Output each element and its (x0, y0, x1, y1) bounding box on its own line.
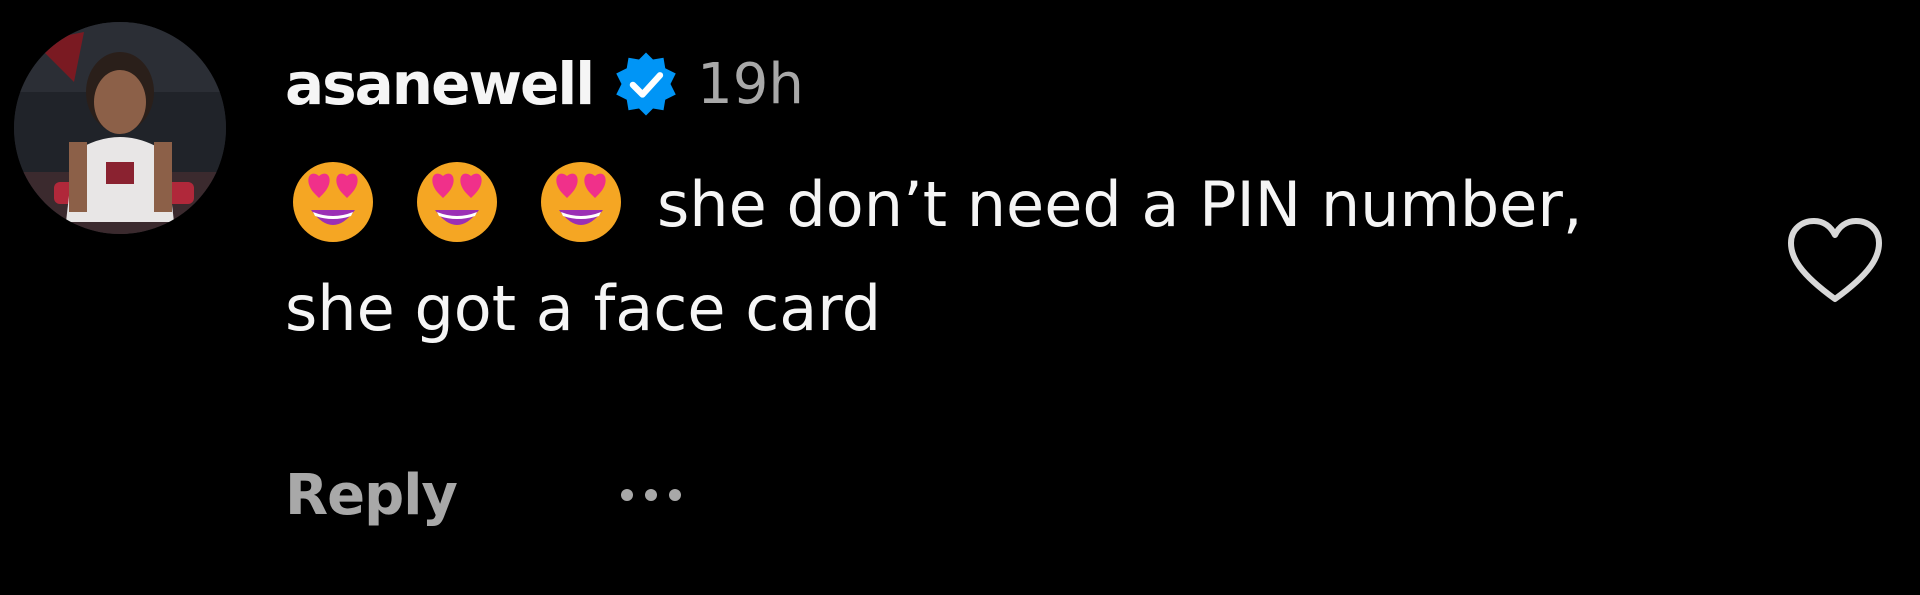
more-dot (644, 489, 657, 501)
heart-eyes-emoji-icon (533, 150, 629, 246)
comment-body: she don’t need a PIN number, she got a f… (285, 150, 1585, 361)
timestamp: 19h (697, 51, 804, 117)
username[interactable]: asanewell (285, 50, 595, 118)
reply-button[interactable]: Reply (285, 463, 458, 528)
heart-eyes-emoji-icon (285, 150, 381, 246)
more-options-icon[interactable] (617, 479, 685, 511)
comment-header: asanewell 19h (285, 44, 804, 124)
more-dot (668, 489, 681, 501)
avatar[interactable] (14, 22, 226, 234)
heart-eyes-emoji-icon (409, 150, 505, 246)
verified-badge-icon (611, 49, 681, 119)
comment-actions: Reply (285, 455, 685, 535)
comment: asanewell 19h she don’t need a PIN numbe… (0, 0, 1920, 595)
avatar-photo (14, 22, 226, 234)
like-heart-icon[interactable] (1785, 215, 1885, 307)
more-dot (620, 489, 633, 501)
